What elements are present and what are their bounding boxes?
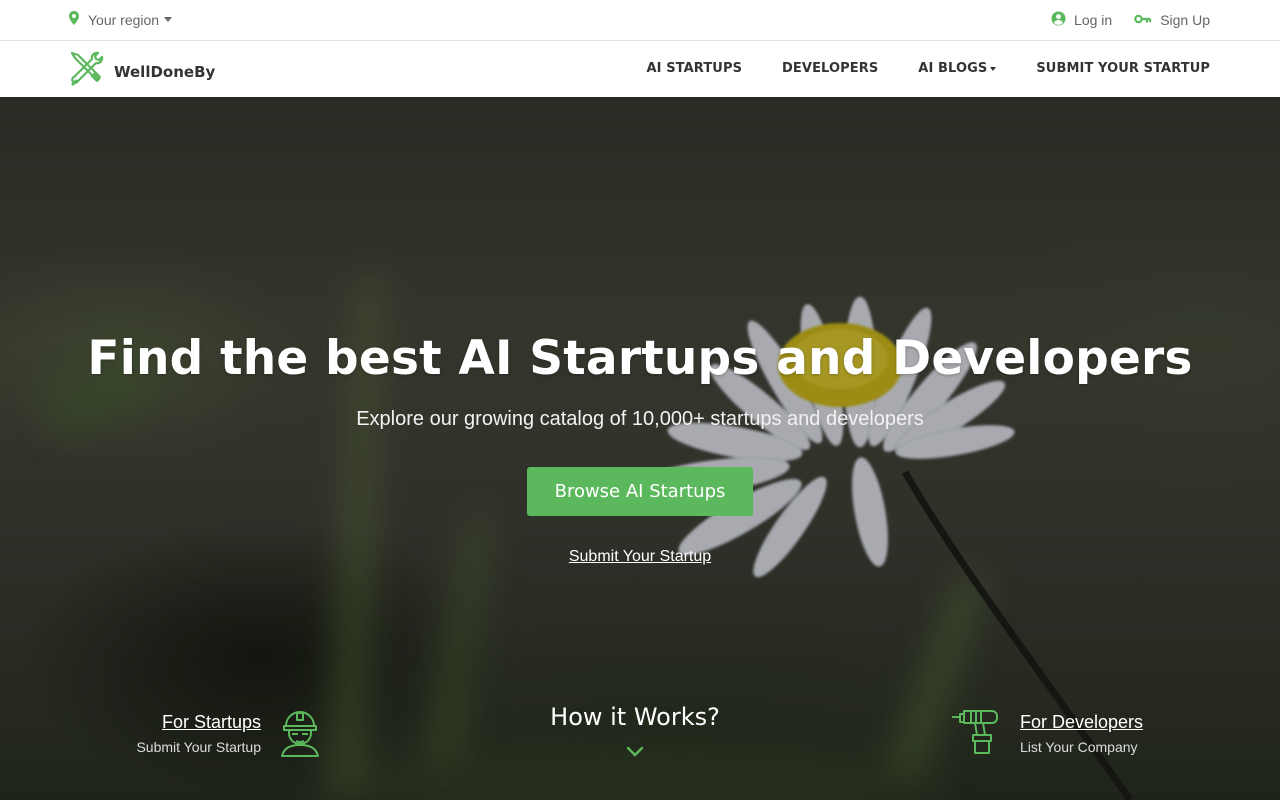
user-circle-icon xyxy=(1051,11,1066,29)
how-it-works-heading: How it Works? xyxy=(550,703,720,731)
for-startups-subtitle: Submit Your Startup xyxy=(136,739,261,755)
main-navbar: WellDoneBy AI STARTUPS DEVELOPERS AI BLO… xyxy=(0,41,1280,97)
browse-ai-startups-button[interactable]: Browse AI Startups xyxy=(527,467,753,516)
region-selector[interactable]: Your region xyxy=(68,11,173,28)
for-startups-link[interactable]: For Startups xyxy=(136,712,261,733)
map-pin-icon xyxy=(68,11,80,28)
primary-nav: AI STARTUPS DEVELOPERS AI BLOGS SUBMIT Y… xyxy=(646,61,1210,76)
nav-submit-your-startup[interactable]: SUBMIT YOUR STARTUP xyxy=(1036,61,1210,76)
feature-startups: For Startups Submit Your Startup xyxy=(136,712,261,755)
region-label: Your region xyxy=(88,11,160,28)
nav-ai-blogs[interactable]: AI BLOGS xyxy=(918,61,997,76)
feature-developers: For Developers List Your Company xyxy=(1020,712,1143,755)
hero-section: Find the best AI Startups and Developers… xyxy=(0,97,1280,800)
hero-background-image xyxy=(0,97,1280,800)
caret-down-icon xyxy=(164,17,173,22)
submit-startup-link-wrapper: Submit Your Startup xyxy=(0,548,1280,566)
chevron-down-icon[interactable] xyxy=(626,745,644,763)
top-utility-bar: Your region Log in Sign Up xyxy=(0,0,1280,41)
key-icon xyxy=(1134,12,1152,28)
worker-helmet-icon xyxy=(278,707,322,762)
brand-logo-link[interactable]: WellDoneBy xyxy=(68,50,215,93)
drill-icon xyxy=(951,707,1001,762)
submit-startup-link[interactable]: Submit Your Startup xyxy=(569,548,711,565)
signup-label: Sign Up xyxy=(1160,12,1210,28)
signup-link[interactable]: Sign Up xyxy=(1134,11,1210,29)
caret-down-icon xyxy=(990,66,997,71)
nav-ai-blogs-label: AI BLOGS xyxy=(918,61,988,76)
hero-title: Find the best AI Startups and Developers xyxy=(87,331,1193,386)
nav-ai-startups[interactable]: AI STARTUPS xyxy=(646,61,742,76)
login-link[interactable]: Log in xyxy=(1051,11,1112,29)
hero-subtitle: Explore our growing catalog of 10,000+ s… xyxy=(356,408,924,430)
for-developers-link[interactable]: For Developers xyxy=(1020,712,1143,733)
login-label: Log in xyxy=(1074,12,1113,28)
for-developers-subtitle: List Your Company xyxy=(1020,739,1138,755)
nav-developers[interactable]: DEVELOPERS xyxy=(782,61,878,76)
tools-logo-icon xyxy=(68,50,104,93)
brand-name: WellDoneBy xyxy=(114,62,216,81)
auth-links: Log in Sign Up xyxy=(1051,11,1210,29)
